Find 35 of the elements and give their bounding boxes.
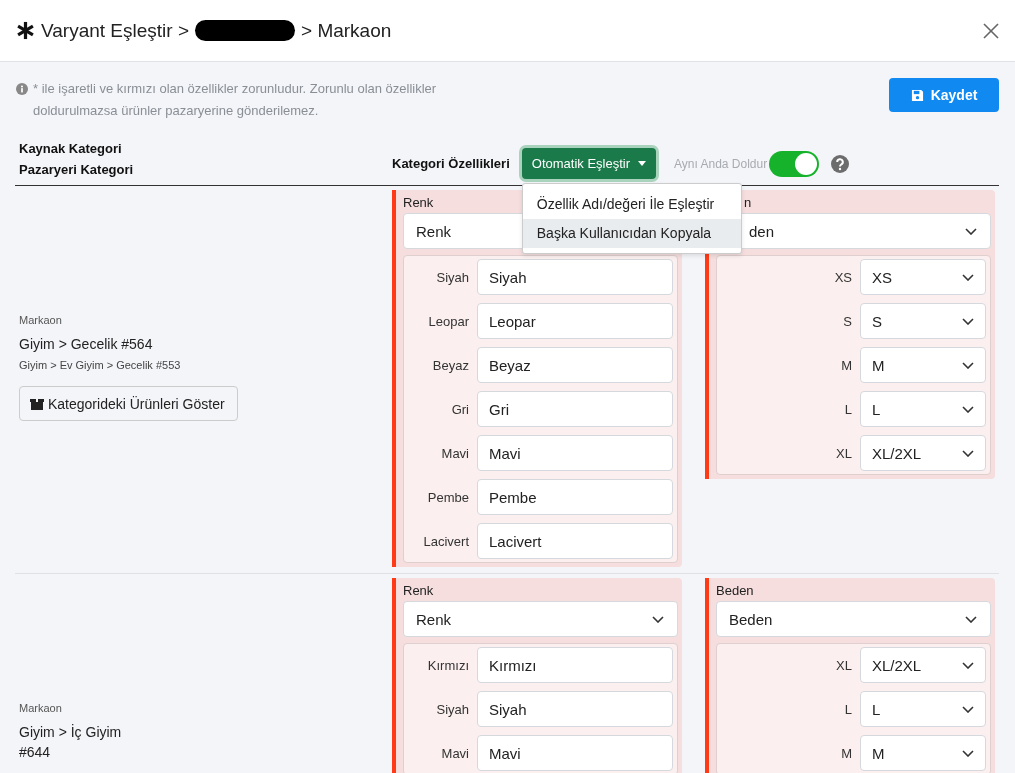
attribute-label: Beden	[716, 583, 754, 600]
value-label: Kırmızı	[427, 657, 469, 673]
value-label: M	[841, 745, 852, 761]
value-label: S	[843, 313, 852, 329]
column-header: Kaynak Kategori	[19, 140, 123, 158]
window-title: > Markaon	[301, 19, 392, 42]
column-header: Pazaryeri Kategori	[19, 161, 135, 179]
value-label: XL	[836, 445, 852, 461]
value-label: Siyah	[436, 269, 469, 285]
value-label: Leopar	[428, 313, 469, 329]
column-header: Kategori Özellikleri	[392, 155, 510, 173]
toggle-label: Aynı Anda Doldur	[674, 156, 768, 171]
value-label: Gri	[451, 401, 469, 417]
value-label: Mavi	[441, 445, 469, 461]
value-label: XL	[836, 657, 852, 673]
source-label: Markaon	[19, 314, 63, 326]
category-path: Giyim > Gecelik #564	[19, 335, 154, 354]
marketplace-category: Giyim > Ev Giyim > Gecelik #553	[19, 359, 182, 371]
attribute-label: Renk	[403, 195, 434, 212]
value-label: L	[844, 701, 852, 717]
value-label: Siyah	[436, 701, 469, 717]
info-text: * ile işaretli ve kırmızı olan özellikler zorunludur. Zorunlu olan özellikler doldurulmazsa ürünler pazaryerine gönderilemez.	[33, 80, 438, 120]
source-label: Markaon	[19, 702, 63, 714]
category-path: Giyim > İç Giyim	[19, 723, 123, 742]
value-label: Pembe	[427, 489, 469, 505]
attribute-label: Renk	[403, 583, 434, 600]
window-title: Varyant Eşleştir >	[41, 19, 189, 42]
value-label: Lacivert	[423, 533, 469, 549]
category-path: #644	[19, 743, 52, 762]
value-label: XS	[834, 269, 852, 285]
value-label: Beyaz	[432, 357, 469, 373]
value-label: M	[841, 357, 852, 373]
value-label: Mavi	[441, 745, 469, 761]
value-label: L	[844, 401, 852, 417]
attribute-label: n	[743, 195, 752, 212]
